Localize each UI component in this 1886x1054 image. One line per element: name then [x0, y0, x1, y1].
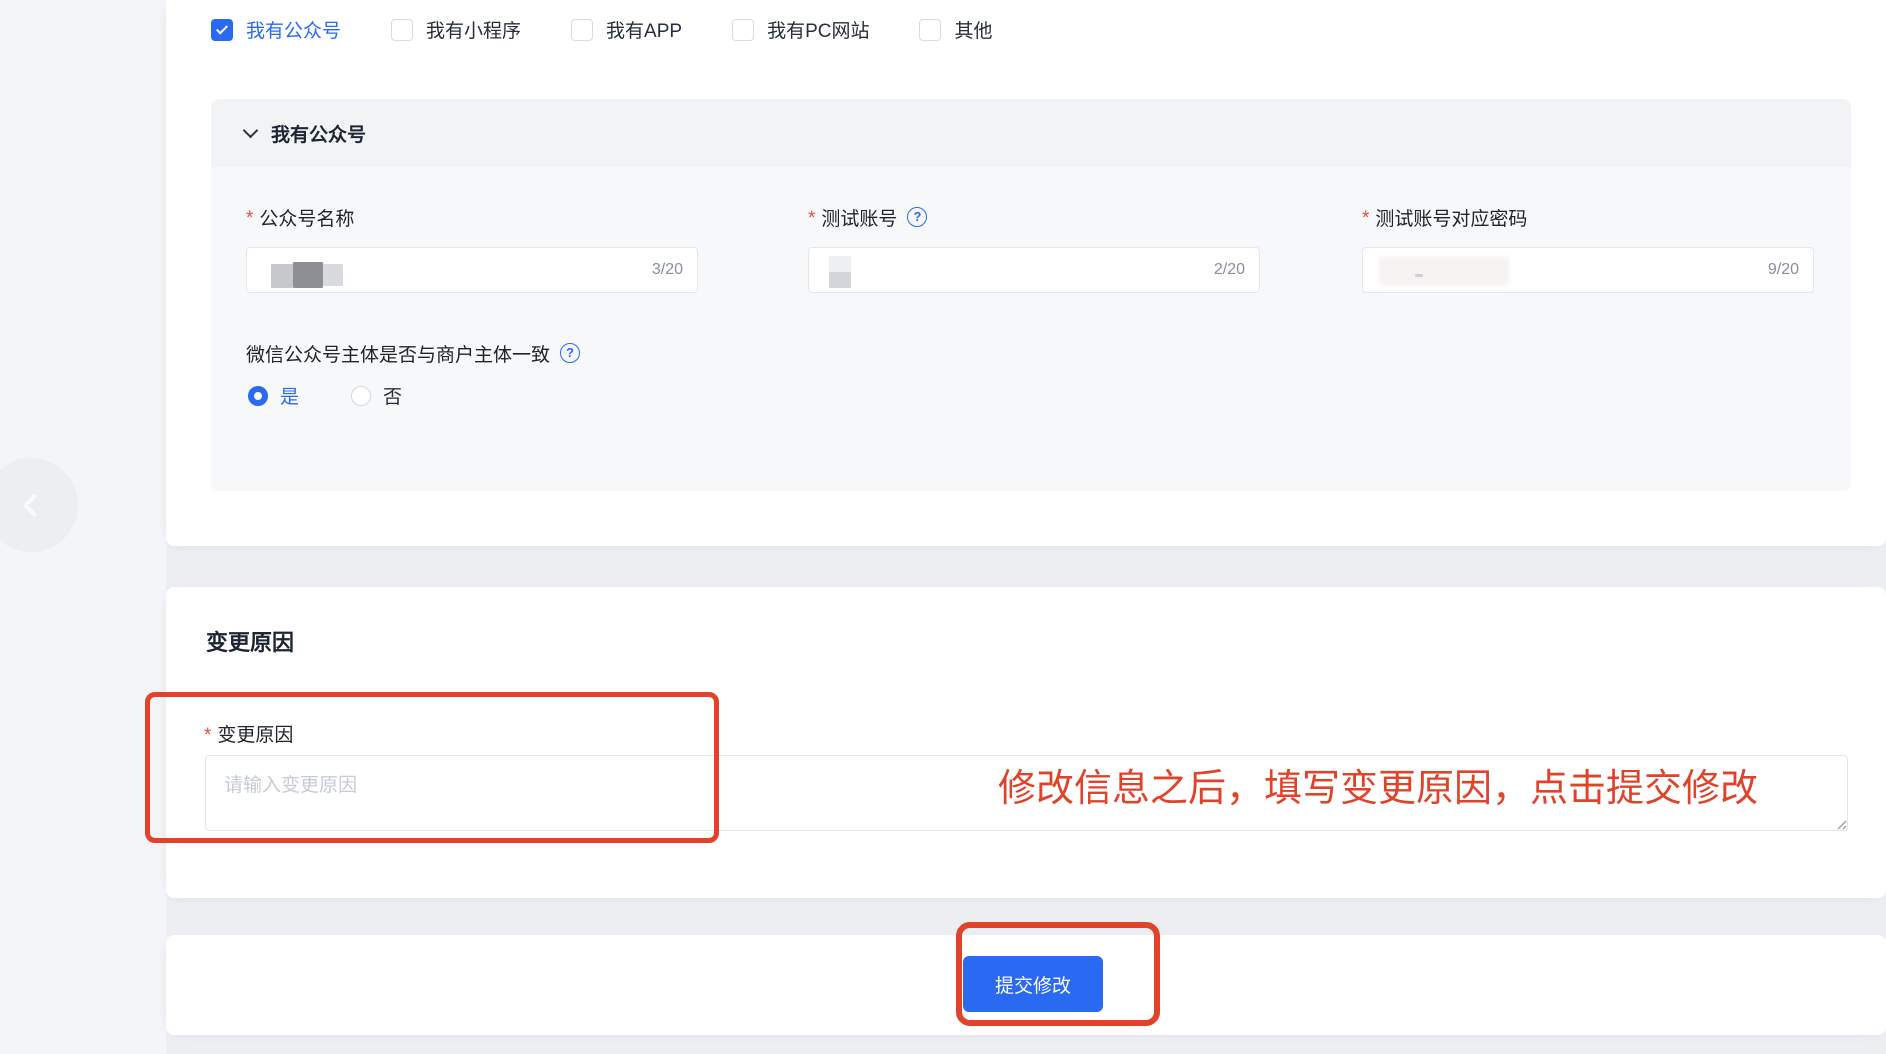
checkbox-label: 其他 — [954, 21, 993, 42]
official-account-panel: 我有公众号 * 公众号名称 3/20 * 测试账号 ? 2/20 * 测试账号对… — [211, 99, 1851, 491]
radio-group-subject-match: 是 否 — [248, 382, 402, 409]
required-marker: * — [1362, 208, 1370, 229]
test-account-input[interactable]: 2/20 — [808, 247, 1260, 293]
checkbox-item-other[interactable]: 其他 — [919, 16, 992, 43]
check-tick-icon — [215, 22, 229, 35]
radio-question-label: 微信公众号主体是否与商户主体一致 ? — [246, 339, 581, 367]
radio-option-label: 是 — [280, 387, 300, 408]
redacted-value — [1415, 274, 1423, 277]
required-marker: * — [204, 724, 212, 746]
footer-bar: 提交修改 — [166, 935, 1886, 1035]
radio-option-no[interactable]: 否 — [351, 382, 402, 409]
field-account-name: * 公众号名称 3/20 — [246, 203, 698, 293]
change-reason-card: 变更原因 * 变更原因 — [166, 587, 1886, 898]
required-marker: * — [246, 208, 254, 229]
checkbox-checked-icon[interactable] — [211, 18, 233, 41]
redacted-value — [271, 264, 293, 288]
field-label: * 测试账号 ? — [808, 203, 1260, 231]
checkbox-unchecked-icon[interactable] — [391, 18, 414, 41]
chevron-down-icon — [242, 122, 259, 138]
account-name-input[interactable]: 3/20 — [246, 247, 698, 293]
panel-collapse-header[interactable]: 我有公众号 — [211, 99, 1851, 167]
field-test-password: * 测试账号对应密码 9/20 — [1362, 203, 1814, 293]
page: 我有公众号 我有小程序 我有APP 我有PC网站 其他 我有公众号 * 公众号名… — [0, 0, 1886, 1054]
checkbox-label: 我有小程序 — [426, 21, 522, 42]
field-label: * 公众号名称 — [246, 203, 698, 231]
char-counter: 9/20 — [1767, 261, 1799, 278]
char-counter: 2/20 — [1213, 261, 1245, 278]
radio-option-yes[interactable]: 是 — [248, 382, 299, 409]
redacted-value — [293, 262, 323, 288]
field-label-text: 公众号名称 — [259, 208, 355, 230]
redacted-value — [1379, 256, 1509, 286]
help-icon[interactable]: ? — [907, 207, 928, 227]
checkbox-unchecked-icon[interactable] — [571, 18, 594, 41]
checkbox-item-app[interactable]: 我有APP — [571, 16, 682, 43]
help-icon[interactable]: ? — [560, 343, 581, 363]
redacted-value — [829, 256, 851, 272]
checkbox-label: 我有公众号 — [246, 21, 342, 42]
redacted-value — [829, 272, 851, 288]
checkbox-unchecked-icon[interactable] — [919, 18, 942, 41]
change-reason-field-label: * 变更原因 — [204, 720, 293, 747]
radio-unselected-icon[interactable] — [351, 385, 372, 406]
checkbox-item-official-account[interactable]: 我有公众号 — [211, 16, 341, 43]
field-label-text: 测试账号 — [821, 208, 898, 230]
radio-selected-icon[interactable] — [248, 385, 268, 406]
submit-button[interactable]: 提交修改 — [963, 956, 1103, 1012]
channel-checkbox-row: 我有公众号 我有小程序 我有APP 我有PC网站 其他 — [211, 16, 992, 43]
checkbox-item-pc-website[interactable]: 我有PC网站 — [732, 16, 869, 43]
required-marker: * — [808, 208, 816, 229]
char-counter: 3/20 — [651, 261, 683, 278]
field-label-text: 测试账号对应密码 — [1375, 208, 1528, 230]
redacted-value — [323, 264, 343, 286]
annotation-note-text: 修改信息之后，填写变更原因，点击提交修改 — [998, 768, 1759, 810]
field-test-account: * 测试账号 ? 2/20 — [808, 203, 1260, 293]
chevron-left-icon — [21, 492, 47, 518]
test-password-input[interactable]: 9/20 — [1362, 247, 1814, 293]
field-label-text: 变更原因 — [217, 725, 294, 746]
radio-question-text: 微信公众号主体是否与商户主体一致 — [246, 344, 551, 366]
section-title: 变更原因 — [206, 630, 295, 655]
checkbox-unchecked-icon[interactable] — [732, 18, 755, 41]
radio-option-label: 否 — [383, 387, 403, 408]
channels-card: 我有公众号 我有小程序 我有APP 我有PC网站 其他 我有公众号 * 公众号名… — [166, 0, 1886, 546]
checkbox-label: 我有APP — [606, 21, 683, 42]
checkbox-label: 我有PC网站 — [767, 21, 870, 42]
field-label: * 测试账号对应密码 — [1362, 203, 1814, 231]
panel-title: 我有公众号 — [271, 124, 367, 146]
checkbox-item-mini-program[interactable]: 我有小程序 — [391, 16, 521, 43]
